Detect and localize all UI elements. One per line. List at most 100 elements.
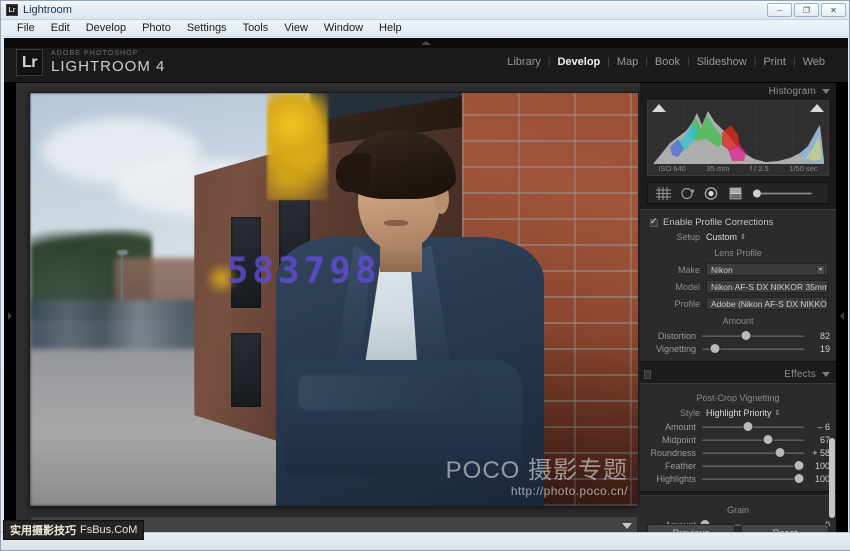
slider-value[interactable]: 100	[804, 474, 830, 484]
setup-popup[interactable]: Custom ⇕	[706, 232, 746, 242]
menu-window[interactable]: Window	[316, 20, 371, 37]
slider-knob[interactable]	[794, 461, 804, 470]
checkbox-checked-icon[interactable]	[650, 216, 658, 227]
menu-file[interactable]: File	[9, 20, 43, 37]
slider-value[interactable]: + 58	[804, 448, 830, 458]
histogram: ISO 640 35 mm f / 2.5 1/50 sec	[647, 100, 829, 176]
updown-icon: ⇕	[774, 410, 781, 417]
highlight-clipping-indicator[interactable]	[810, 104, 824, 112]
slider-distortion[interactable]: Distortion 82	[640, 329, 836, 342]
style-popup[interactable]: Highlight Priority ⇕	[706, 408, 780, 418]
slider-knob[interactable]	[741, 331, 751, 340]
menu-view[interactable]: View	[276, 20, 316, 37]
photo-parked-cars	[30, 299, 213, 350]
slider-value[interactable]: 82	[804, 331, 830, 341]
os-taskbar: 实用摄影技巧 FsBus.CoM	[1, 520, 850, 550]
window-controls: – ❐ ✕	[767, 3, 846, 17]
make-value: Nikon	[711, 264, 733, 275]
enable-profile-corrections-row[interactable]: Enable Profile Corrections	[640, 215, 836, 230]
slider-track[interactable]	[702, 460, 804, 471]
graduated-filter-icon[interactable]	[728, 187, 743, 200]
grain-heading: Grain	[726, 505, 749, 515]
histogram-header[interactable]: Histogram	[640, 83, 836, 100]
slider-vignetting[interactable]: Vignetting 19	[640, 342, 836, 355]
right-panel-scrollbar[interactable]	[829, 438, 835, 518]
photo-arm-highlight	[297, 375, 480, 410]
menu-settings[interactable]: Settings	[179, 20, 235, 37]
slider-knob[interactable]	[775, 448, 785, 457]
taskbar-item-label-cn: 实用摄影技巧	[10, 525, 76, 537]
slider-value[interactable]: 67	[804, 435, 830, 445]
menu-edit[interactable]: Edit	[43, 20, 78, 37]
module-develop[interactable]: Develop	[550, 56, 607, 68]
menu-tools[interactable]: Tools	[235, 20, 277, 37]
adjustment-brush-icon[interactable]	[752, 187, 816, 200]
module-print[interactable]: Print	[756, 56, 793, 68]
maximize-button[interactable]: ❐	[794, 3, 819, 17]
slider-effects-highlights[interactable]: Highlights 100	[640, 472, 836, 485]
brand-line-2: LIGHTROOM 4	[51, 58, 166, 75]
enable-profile-corrections-label: Enable Profile Corrections	[663, 217, 774, 228]
slider-effects-amount[interactable]: Amount – 6	[640, 420, 836, 433]
updown-icon: ⇕	[740, 234, 746, 241]
spot-removal-icon[interactable]	[680, 187, 695, 200]
slider-value[interactable]: – 6	[804, 422, 830, 432]
profile-dropdown[interactable]: Adobe (Nikon AF-S DX NIKKO... ▾	[706, 297, 828, 310]
module-slideshow[interactable]: Slideshow	[690, 56, 754, 68]
panel-pin-icon[interactable]	[644, 370, 651, 379]
make-dropdown[interactable]: Nikon ▾	[706, 263, 828, 276]
window-title: Lightroom	[23, 4, 72, 16]
minimize-button[interactable]: –	[767, 3, 792, 17]
taskbar-item[interactable]: 实用摄影技巧 FsBus.CoM	[3, 520, 145, 540]
develop-workspace: 583798 POCO 摄影专题 http://photo.poco.cn/ H…	[4, 83, 848, 548]
close-button[interactable]: ✕	[821, 3, 846, 17]
slider-value[interactable]: 19	[804, 344, 830, 354]
slider-track[interactable]	[702, 447, 804, 458]
model-dropdown[interactable]: Nikon AF-S DX NIKKOR 35mm... ▾	[706, 280, 828, 293]
right-panel: Histogram ISO 640 35 mm f / 2.5 1/50 sec…	[640, 83, 836, 548]
brand-block: Lr ADOBE PHOTOSHOP LIGHTROOM 4	[16, 49, 165, 76]
photo-hair	[336, 129, 456, 199]
red-eye-icon[interactable]	[704, 186, 719, 200]
photo-preview[interactable]: 583798 POCO 摄影专题 http://photo.poco.cn/	[30, 93, 638, 506]
model-label: Model	[675, 281, 700, 292]
menu-help[interactable]: Help	[371, 20, 410, 37]
chevron-down-icon[interactable]	[822, 89, 830, 94]
exif-shutter-speed: 1/50 sec	[789, 164, 818, 173]
slider-knob[interactable]	[710, 344, 720, 353]
module-picker: Library | Develop | Map | Book | Slidesh…	[500, 56, 832, 68]
photo-mouth	[384, 219, 409, 226]
crop-overlay-icon[interactable]	[656, 186, 671, 200]
module-map[interactable]: Map	[610, 56, 645, 68]
slider-track[interactable]	[702, 343, 804, 354]
menu-photo[interactable]: Photo	[134, 20, 179, 37]
menu-develop[interactable]: Develop	[78, 20, 134, 37]
slider-value[interactable]: 100	[804, 461, 830, 471]
slider-knob[interactable]	[763, 435, 773, 444]
slider-track[interactable]	[702, 330, 804, 341]
slider-effects-midpoint[interactable]: Midpoint 67	[640, 433, 836, 446]
profile-label: Profile	[674, 298, 700, 309]
menubar: File Edit Develop Photo Settings Tools V…	[1, 20, 849, 37]
toolbar-options-caret-icon[interactable]	[622, 523, 632, 529]
slider-track[interactable]	[702, 421, 804, 432]
slider-track[interactable]	[702, 473, 804, 484]
left-panel-collapse-toggle[interactable]	[4, 83, 16, 548]
slider-effects-roundness[interactable]: Roundness + 58	[640, 446, 836, 459]
module-book[interactable]: Book	[648, 56, 687, 68]
effects-header[interactable]: Effects	[640, 366, 836, 383]
slider-track[interactable]	[702, 434, 804, 445]
chevron-up-icon	[421, 41, 431, 45]
right-panel-collapse-toggle[interactable]	[836, 83, 848, 548]
slider-knob[interactable]	[743, 422, 753, 431]
module-library[interactable]: Library	[500, 56, 548, 68]
exif-aperture: f / 2.5	[749, 164, 769, 173]
slider-knob[interactable]	[794, 474, 804, 483]
chevron-down-icon[interactable]	[822, 372, 830, 377]
shadow-clipping-indicator[interactable]	[652, 104, 666, 112]
slider-label: Midpoint	[661, 434, 696, 445]
slider-effects-feather[interactable]: Feather 100	[640, 459, 836, 472]
top-panel-collapse-toggle[interactable]	[4, 38, 848, 48]
module-web[interactable]: Web	[796, 56, 832, 68]
develop-tool-strip	[647, 182, 829, 204]
